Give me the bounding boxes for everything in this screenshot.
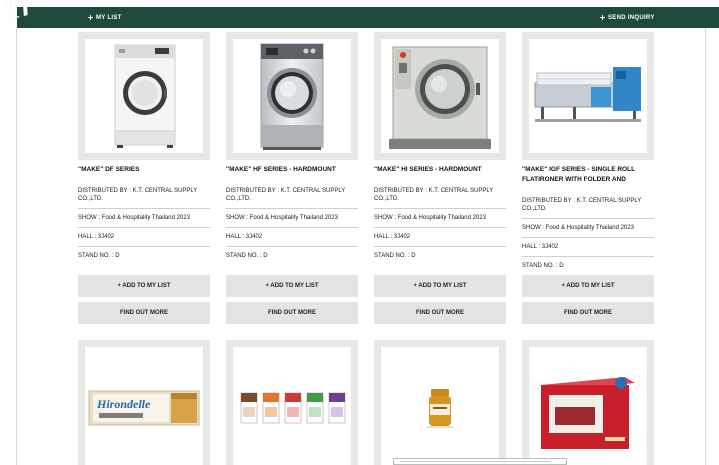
plus-icon [88,15,93,20]
product-photo-red-box [541,377,635,449]
product-title[interactable]: "MAKE" IGF SERIES - SINGLE ROLL FLATIRON… [522,165,654,185]
show-text: SHOW : Food & Hospitality Thailand 2023 [374,209,506,228]
distributor-text: DISTRIBUTED BY : K.T. CENTRAL SUPPLY CO.… [374,187,506,209]
add-to-my-list-button[interactable]: + ADD TO MY LIST [226,275,358,297]
product-photo-flatironer [534,67,641,122]
product-photo-washer [260,43,324,150]
status-tooltip [393,458,567,465]
product-card: "MAKE" DF SERIES DISTRIBUTED BY : K.T. C… [78,32,210,324]
product-info: "MAKE" DF SERIES DISTRIBUTED BY : K.T. C… [78,165,210,265]
product-photo-packets [240,392,346,424]
product-title[interactable]: "MAKE" HI SERIES - HARDMOUNT [374,165,506,175]
product-image-link[interactable] [226,340,358,465]
product-card: "MAKE" IGF SERIES - SINGLE ROLL FLATIRON… [522,32,654,324]
stand-text: STAND NO. : D [522,263,564,269]
product-image-link[interactable] [226,32,358,160]
product-image-link[interactable] [522,32,654,160]
distributor-text: DISTRIBUTED BY : K.T. CENTRAL SUPPLY CO.… [522,197,654,219]
add-to-my-list-button[interactable]: + ADD TO MY LIST [522,275,654,297]
product-card: "MAKE" HF SERIES - HARDMOUNT DISTRIBUTED… [226,32,358,324]
product-card: Hirondelle [78,340,210,465]
product-image-link[interactable] [374,32,506,160]
hall-text: HALL : 3J402 [78,228,210,247]
product-photo-hardmount-washer [389,46,491,149]
hall-text: HALL : 3J402 [522,238,654,257]
find-out-more-button[interactable]: FIND OUT MORE [226,302,358,324]
show-text: SHOW : Food & Hospitality Thailand 2023 [522,219,654,238]
tooltip-text-line [400,461,550,462]
hirondelle-logo-text: Hirondelle [96,397,151,411]
stand-text: STAND NO. : D [226,253,268,259]
find-out-more-button[interactable]: FIND OUT MORE [522,302,654,324]
topbar-left-label: MY LIST [96,14,122,21]
product-image-link[interactable] [78,32,210,160]
product-title[interactable]: "MAKE" HF SERIES - HARDMOUNT [226,165,358,175]
add-to-my-list-button[interactable]: + ADD TO MY LIST [374,275,506,297]
find-out-more-button[interactable]: FIND OUT MORE [78,302,210,324]
product-info: "MAKE" IGF SERIES - SINGLE ROLL FLATIRON… [522,165,654,275]
product-photo-hirondelle-box: Hirondelle [88,390,200,426]
show-text: SHOW : Food & Hospitality Thailand 2023 [78,209,210,228]
find-out-more-button[interactable]: FIND OUT MORE [374,302,506,324]
topbar-right-label: SEND INQUIRY [608,14,655,21]
show-text: SHOW : Food & Hospitality Thailand 2023 [226,209,358,228]
product-title[interactable]: "MAKE" DF SERIES [78,165,210,175]
plus-icon [600,15,605,20]
product-info: "MAKE" HF SERIES - HARDMOUNT DISTRIBUTED… [226,165,358,265]
product-card: "MAKE" HI SERIES - HARDMOUNT DISTRIBUTED… [374,32,506,324]
topbar-right-link[interactable]: SEND INQUIRY [600,7,655,28]
product-card [522,340,654,465]
product-image-link[interactable] [374,340,506,465]
product-image-link[interactable] [522,340,654,465]
stand-text: STAND NO. : D [78,253,120,259]
topbar-left-link[interactable]: MY LIST [88,7,122,28]
distributor-text: DISTRIBUTED BY : K.T. CENTRAL SUPPLY CO.… [226,187,358,209]
hall-text: HALL : 3J402 [374,228,506,247]
product-card [374,340,506,465]
product-image-link[interactable]: Hirondelle [78,340,210,465]
stand-text: STAND NO. : D [374,253,416,259]
top-bar: MY LIST SEND INQUIRY [17,7,719,28]
add-to-my-list-button[interactable]: + ADD TO MY LIST [78,275,210,297]
product-info: "MAKE" HI SERIES - HARDMOUNT DISTRIBUTED… [374,165,506,265]
distributor-text: DISTRIBUTED BY : K.T. CENTRAL SUPPLY CO.… [78,187,210,209]
product-card [226,340,358,465]
product-photo-dryer [114,44,176,148]
hall-text: HALL : 3J402 [226,228,358,247]
product-photo-honey-jar [427,389,453,428]
product-listing-page: MY LIST SEND INQUIRY Tr "MAKE" DF SERIES… [0,0,719,465]
